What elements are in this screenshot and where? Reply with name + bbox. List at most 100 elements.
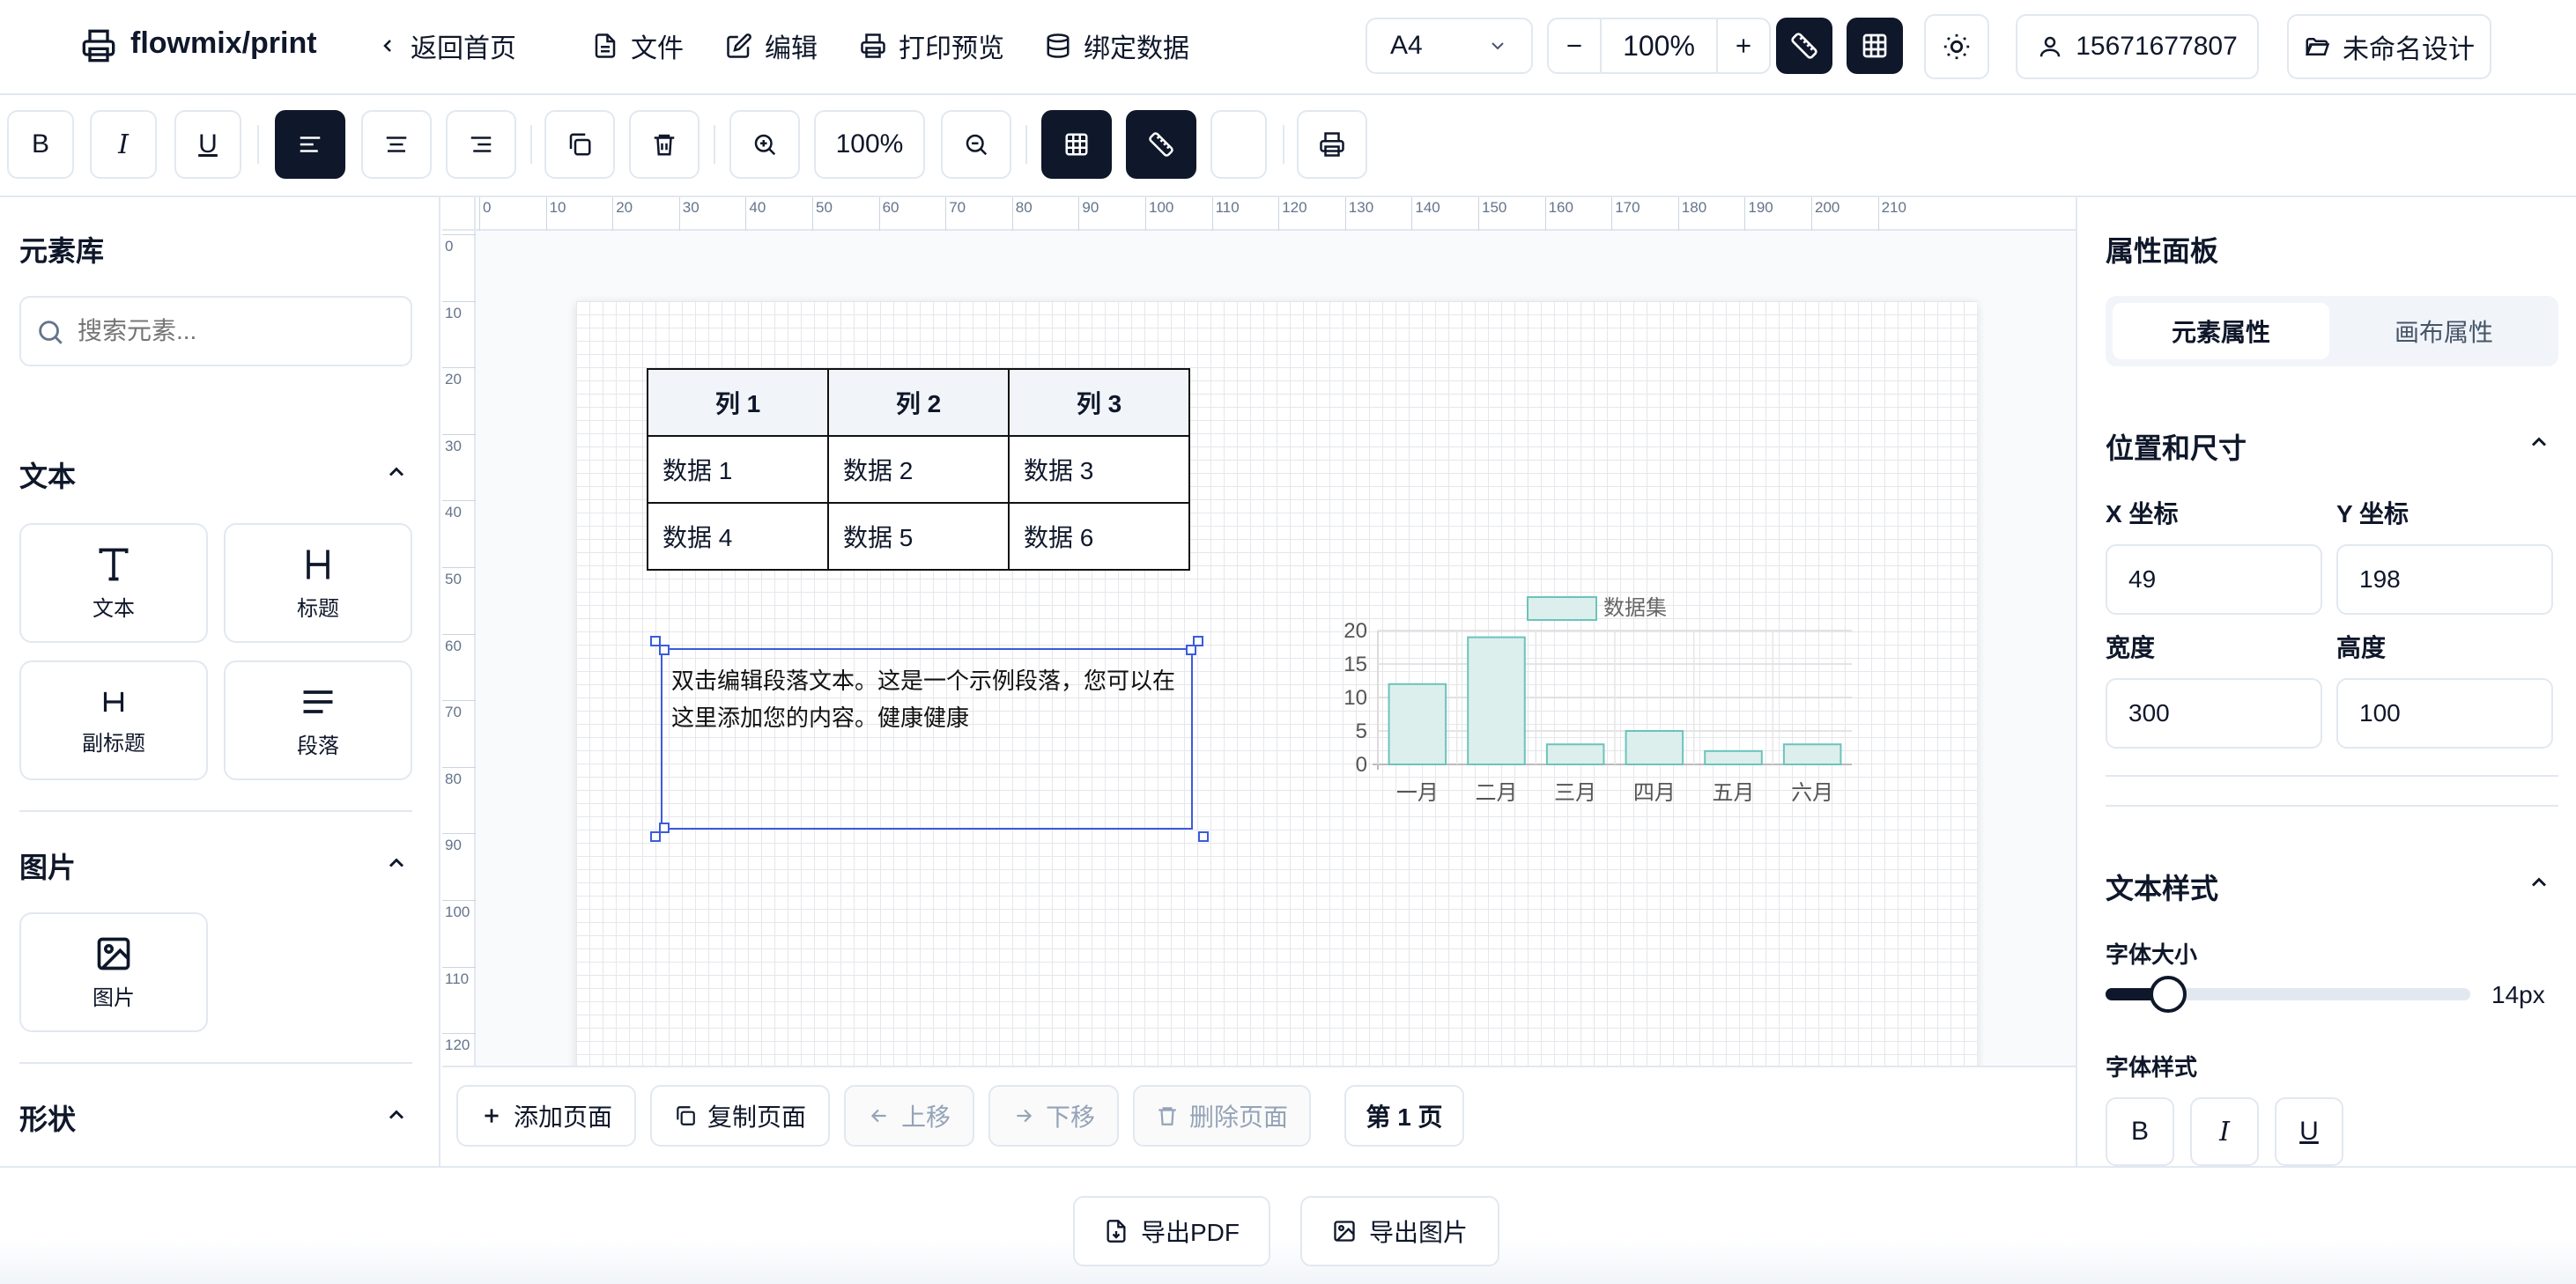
- height-field[interactable]: 100: [2336, 678, 2553, 749]
- toolbar-print-button[interactable]: [1297, 110, 1367, 179]
- table-header-cell: 列 1: [647, 368, 829, 437]
- ruler-tick: [1011, 197, 1013, 231]
- text-style-title[interactable]: 文本样式: [2106, 867, 2218, 907]
- element-text-tile[interactable]: 文本: [19, 523, 208, 643]
- x-tick-label: 四月: [1633, 781, 1676, 803]
- menu-bind-data[interactable]: 绑定数据: [1045, 26, 1189, 65]
- panel-bold-button[interactable]: B: [2106, 1097, 2174, 1166]
- export-pdf-button[interactable]: 导出PDF: [1073, 1196, 1270, 1266]
- export-pdf-label: 导出PDF: [1140, 1219, 1240, 1246]
- underline-button[interactable]: U: [174, 110, 241, 179]
- tab-canvas-properties[interactable]: 画布属性: [2336, 303, 2551, 359]
- tab-element-properties[interactable]: 元素属性: [2113, 303, 2329, 359]
- toolbar-grid-button[interactable]: [1041, 110, 1112, 179]
- current-page-tab[interactable]: 第 1 页: [1344, 1085, 1464, 1147]
- panel-divider: [2106, 805, 2558, 807]
- image-icon: [94, 934, 133, 973]
- align-center-icon: [383, 131, 410, 158]
- menu-edit[interactable]: 编辑: [726, 26, 818, 65]
- search-input[interactable]: [78, 310, 395, 352]
- ruler-toggle-button[interactable]: [1776, 18, 1832, 74]
- section-shape-title[interactable]: 形状: [19, 1097, 76, 1138]
- font-size-slider[interactable]: [2106, 976, 2470, 1013]
- resize-handle[interactable]: [659, 823, 670, 833]
- search-box[interactable]: [19, 296, 412, 366]
- page-size-select[interactable]: A4: [1366, 18, 1533, 74]
- chevron-up-icon[interactable]: [384, 851, 409, 875]
- ruler-tick: [1677, 197, 1679, 231]
- ruler-tick: [945, 197, 947, 231]
- user-account-button[interactable]: 15671677807: [2016, 14, 2259, 79]
- bar-chart[interactable]: 数据集 0 5 10 15 20 一月 二月 三月 四月 五月 六月: [1334, 574, 1862, 803]
- grid-toggle-button[interactable]: [1847, 18, 1903, 74]
- ruler-tick: [1478, 197, 1479, 231]
- toolbar-zoom-out-button[interactable]: [941, 110, 1011, 179]
- ruler-tick-label: 0: [483, 199, 492, 216]
- delete-page-button[interactable]: 删除页面: [1133, 1085, 1311, 1147]
- grid-icon: [1861, 32, 1889, 60]
- zoom-out-button[interactable]: [1549, 19, 1602, 72]
- resize-handle[interactable]: [659, 645, 670, 655]
- copy-element-button[interactable]: [544, 110, 615, 179]
- menu-print-preview[interactable]: 打印预览: [860, 26, 1004, 65]
- design-name-button[interactable]: 未命名设计: [2287, 14, 2491, 79]
- section-image-title[interactable]: 图片: [19, 845, 76, 886]
- color-swatch-button[interactable]: [1210, 110, 1267, 179]
- chevron-up-icon[interactable]: [2527, 870, 2551, 895]
- back-home-link[interactable]: 返回首页: [377, 26, 516, 65]
- zoom-value: 100%: [1623, 29, 1695, 62]
- delete-element-button[interactable]: [629, 110, 700, 179]
- paragraph-element[interactable]: 双击编辑段落文本。这是一个示例段落，您可以在这里添加您的内容。健康健康: [661, 648, 1193, 830]
- chevron-up-icon[interactable]: [2527, 430, 2551, 454]
- element-image-tile[interactable]: 图片: [19, 912, 208, 1032]
- ruler-tick: [442, 234, 476, 235]
- table-row: 数据 1 数据 2 数据 3: [647, 435, 1190, 504]
- section-text-title[interactable]: 文本: [19, 454, 76, 495]
- toolbar-ruler-button[interactable]: [1126, 110, 1196, 179]
- resize-handle[interactable]: [1198, 831, 1209, 842]
- print-page[interactable]: 列 1 列 2 列 3 数据 1 数据 2 数据 3 数据 4 数据 5 数据 …: [576, 301, 1977, 1066]
- toolbar-zoom-in-button[interactable]: [729, 110, 800, 179]
- element-heading-tile[interactable]: 标题: [224, 523, 412, 643]
- move-down-button[interactable]: 下移: [988, 1085, 1119, 1147]
- position-size-title[interactable]: 位置和尺寸: [2106, 426, 2247, 467]
- copy-page-button[interactable]: 复制页面: [650, 1085, 830, 1147]
- bold-button[interactable]: B: [7, 110, 74, 179]
- zoom-in-icon: [751, 131, 778, 158]
- element-subheading-tile[interactable]: 副标题: [19, 660, 208, 780]
- app-name[interactable]: flowmix/print: [130, 26, 317, 61]
- align-right-button[interactable]: [446, 110, 516, 179]
- x-tick-label: 二月: [1476, 781, 1518, 803]
- width-field[interactable]: 300: [2106, 678, 2322, 749]
- ruler-tick-label: 100: [1149, 199, 1174, 216]
- zoom-in-button[interactable]: [1716, 19, 1769, 72]
- ruler-tick-label: 200: [1815, 199, 1840, 216]
- ruler-tick-label: 0: [445, 238, 454, 255]
- chevron-up-icon[interactable]: [384, 460, 409, 484]
- ruler-tick-label: 210: [1881, 199, 1906, 216]
- align-center-button[interactable]: [361, 110, 432, 179]
- panel-underline-button[interactable]: U: [2275, 1097, 2343, 1166]
- panel-italic-button[interactable]: I: [2190, 1097, 2259, 1166]
- paragraph-text[interactable]: 双击编辑段落文本。这是一个示例段落，您可以在这里添加您的内容。健康健康: [663, 650, 1191, 736]
- ruler-tick: [1145, 197, 1146, 231]
- ruler-tick-label: 130: [1348, 199, 1374, 216]
- menu-file[interactable]: 文件: [592, 26, 684, 65]
- theme-toggle-button[interactable]: [1924, 14, 1989, 79]
- move-up-button[interactable]: 上移: [844, 1085, 974, 1147]
- element-paragraph-tile[interactable]: 段落: [224, 660, 412, 780]
- export-image-button[interactable]: 导出图片: [1300, 1196, 1499, 1266]
- y-field[interactable]: 198: [2336, 544, 2553, 615]
- italic-button[interactable]: I: [90, 110, 157, 179]
- table-header-row: 列 1 列 2 列 3: [647, 368, 1190, 437]
- font-size-slider-thumb[interactable]: [2150, 976, 2187, 1013]
- ruler-tick-label: 30: [445, 437, 462, 454]
- ruler-icon: [1148, 131, 1174, 158]
- data-table[interactable]: 列 1 列 2 列 3 数据 1 数据 2 数据 3 数据 4 数据 5 数据 …: [647, 368, 1190, 571]
- chevron-up-icon[interactable]: [384, 1103, 409, 1127]
- add-page-button[interactable]: 添加页面: [456, 1085, 636, 1147]
- align-left-button[interactable]: [275, 110, 345, 179]
- resize-handle[interactable]: [1186, 645, 1196, 655]
- property-panel-title: 属性面板: [2106, 235, 2219, 267]
- x-field[interactable]: 49: [2106, 544, 2322, 615]
